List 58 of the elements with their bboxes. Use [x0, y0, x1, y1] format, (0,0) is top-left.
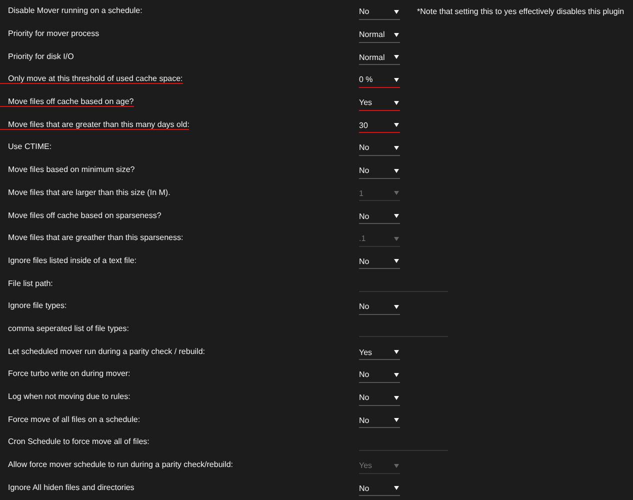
caret-icon	[394, 396, 399, 400]
caret-icon	[394, 236, 399, 241]
setting-label: Ignore file types:	[7, 301, 67, 312]
setting-label: Force move of all files on a schedule:	[7, 414, 140, 425]
caret-icon	[394, 78, 399, 82]
dropdown[interactable]: No	[359, 481, 400, 496]
setting-label: Move files based on minimum size?	[7, 165, 135, 176]
setting-label: Log when not moving due to rules:	[7, 392, 130, 402]
setting-label: comma seperated list of file types:	[7, 324, 129, 334]
caret-icon	[394, 486, 399, 490]
setting-label: Use CTIME:	[7, 142, 52, 152]
caret-icon	[394, 55, 399, 60]
dropdown[interactable]: No	[359, 209, 400, 224]
caret-icon	[394, 259, 399, 264]
dropdown[interactable]: No	[359, 390, 400, 406]
setting-label: Move files that are greather than this sparseness:	[7, 233, 184, 244]
dropdown[interactable]: No	[359, 254, 400, 270]
setting-label: Ignore files listed inside of a text file:	[7, 256, 137, 266]
setting-label: Only move at this threshold of used cache space:	[0, 74, 183, 84]
dropdown[interactable]: Yes	[359, 345, 400, 360]
caret-icon	[394, 191, 399, 196]
setting-label: Cron Schedule to force move all of files:	[7, 437, 150, 448]
caret-icon	[394, 214, 399, 218]
setting-label: Move files off cache based on age?	[0, 97, 134, 108]
dropdown[interactable]: 0 %	[359, 72, 400, 88]
setting-label: Move files that are greater than this many days old:	[0, 120, 190, 130]
caret-icon	[394, 464, 399, 468]
setting-label: Allow force mover schedule to run during a parity check/rebuild:	[7, 460, 233, 470]
setting-label: Priority for mover process	[7, 29, 100, 40]
dropdown[interactable]: Normal	[359, 28, 400, 43]
caret-icon	[394, 168, 399, 173]
dropdown[interactable]: Normal	[359, 50, 400, 66]
caret-icon	[394, 146, 399, 150]
note-text: *Note that setting this to yes effectively disables this plugin	[416, 6, 626, 16]
dropdown[interactable]: No	[359, 368, 400, 383]
setting-label: File list path:	[7, 278, 53, 289]
dropdown[interactable]: No	[359, 4, 400, 20]
caret-icon	[394, 418, 399, 422]
caret-icon	[394, 32, 399, 37]
caret-icon	[394, 372, 399, 377]
dropdown[interactable]: No	[359, 413, 400, 428]
caret-icon	[394, 100, 399, 105]
dropdown[interactable]: No	[359, 140, 400, 156]
setting-label: Move files off cache based on sparseness?	[7, 210, 162, 221]
caret-icon	[394, 10, 399, 14]
caret-icon	[394, 123, 399, 128]
setting-label: Disable Mover running on a schedule:	[7, 6, 142, 16]
caret-icon	[394, 304, 399, 309]
setting-label: Force turbo write on during mover:	[7, 369, 130, 380]
setting-label: Ignore All hiden files and directories	[7, 482, 134, 493]
setting-label: Let scheduled mover run during a parity check / rebuild:	[7, 346, 205, 357]
caret-icon	[394, 350, 399, 354]
dropdown[interactable]: 30	[359, 118, 400, 134]
setting-label: Move files that are larger than this size (In M).	[7, 188, 170, 198]
dropdown[interactable]: No	[359, 300, 400, 315]
setting-label: Priority for disk I/O	[7, 52, 74, 62]
dropdown[interactable]: No	[359, 164, 400, 179]
dropdown[interactable]: Yes	[359, 96, 400, 111]
